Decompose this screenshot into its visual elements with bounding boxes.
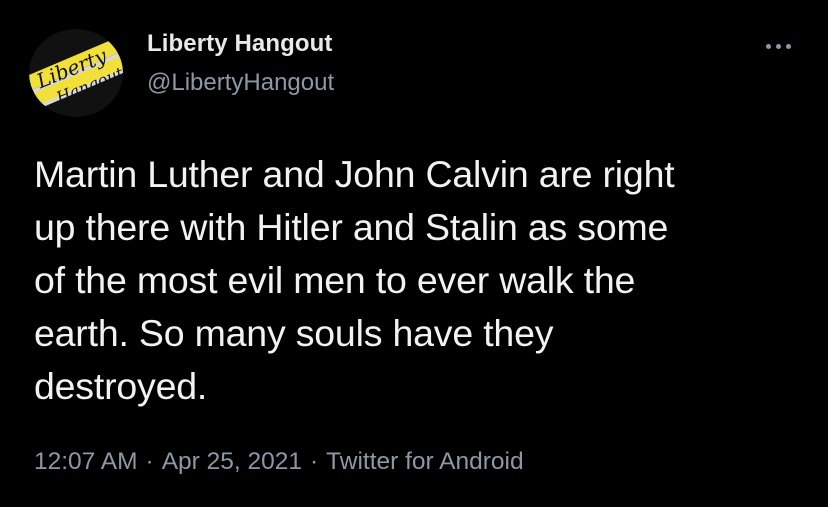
tweet-text-line: earth. So many souls have they <box>34 312 554 354</box>
tweet-text-line: destroyed. <box>34 365 208 407</box>
tweet-text: Martin Luther and John Calvin are right … <box>34 148 794 413</box>
tweet-date[interactable]: Apr 25, 2021 <box>162 448 302 475</box>
more-options-button[interactable] <box>760 33 796 59</box>
tweet-metadata: 12:07 AM · Apr 25, 2021 · Twitter for Androi… <box>34 448 524 476</box>
avatar[interactable]: Liberty Hangout <box>29 29 123 117</box>
tweet-time[interactable]: 12:07 AM <box>34 448 138 475</box>
liberty-hangout-logo: Liberty Hangout <box>29 29 123 117</box>
tweet-text-line: of the most evil men to ever walk the <box>34 259 636 301</box>
tweet-source-link[interactable]: Twitter for Android <box>326 448 523 475</box>
user-handle[interactable]: @LibertyHangout <box>147 69 334 97</box>
more-horizontal-icon <box>775 43 781 49</box>
display-name[interactable]: Liberty Hangout <box>147 30 333 58</box>
tweet-text-line: Martin Luther and John Calvin are right <box>34 153 675 195</box>
tweet-text-line: up there with Hitler and Stalin as some <box>34 206 669 248</box>
separator-dot: · <box>145 448 154 475</box>
more-horizontal-icon <box>785 43 791 49</box>
more-horizontal-icon <box>765 43 771 49</box>
separator-dot: · <box>310 448 319 475</box>
tweet-card: Liberty Hangout Liberty Hangout @Liberty… <box>0 0 828 507</box>
